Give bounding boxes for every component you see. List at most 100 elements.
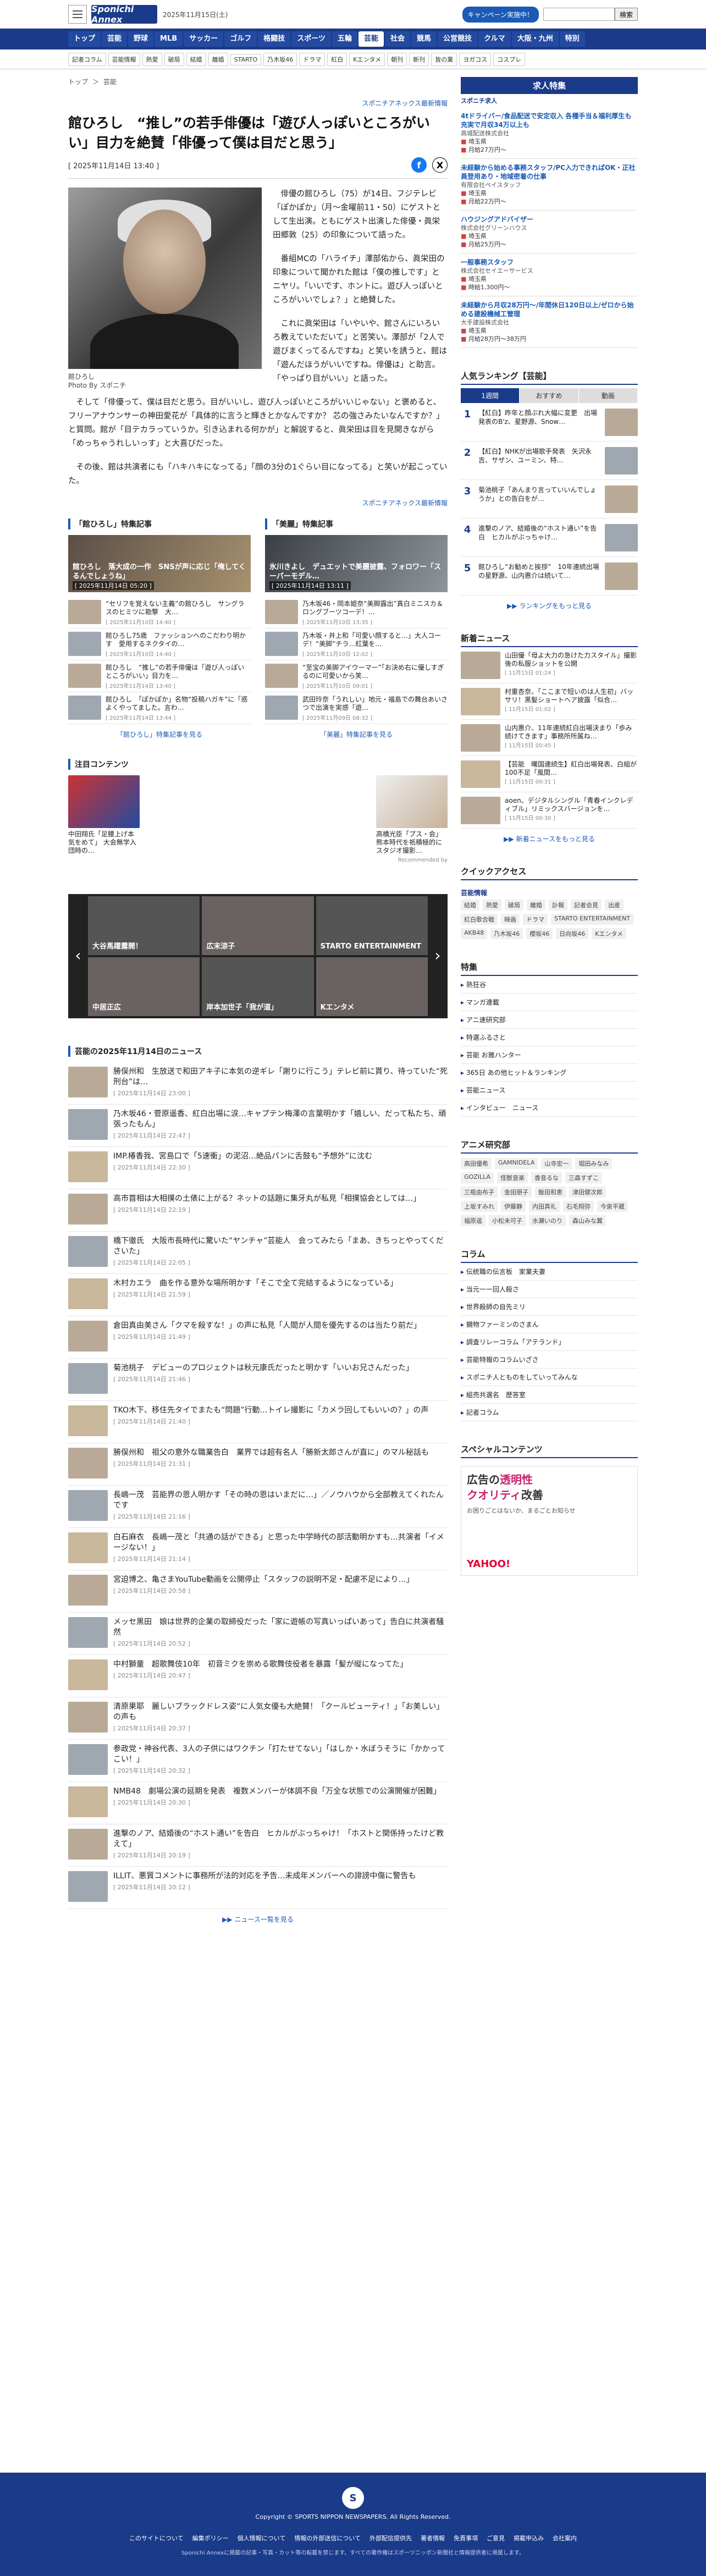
subnav-item[interactable]: 破局 (164, 53, 184, 66)
list-item[interactable]: 長嶋一茂 芸能界の恩人明かす「その時の恩はいまだに…」／ノウハウから全部教えてく… (68, 1486, 448, 1528)
nav-item[interactable]: クルマ (478, 31, 511, 47)
facebook-icon[interactable]: f (411, 157, 427, 173)
list-item[interactable]: IMP.椿香我、宮島口で「5速衝」の泥沼…絶品パンに舌鼓も“予想外”に沈む [ 2… (68, 1147, 448, 1189)
subnav-item[interactable]: 熱愛 (142, 53, 162, 66)
footer-link[interactable]: 著者情報 (421, 2534, 445, 2542)
anime-tag[interactable]: 山寺宏一 (541, 1158, 572, 1169)
carousel-item[interactable]: 広末涼子 (202, 896, 314, 955)
list-item[interactable]: aoen、デジタルシングル「青春インクレディブル」リミックスバージョンを… [ 1… (461, 792, 638, 829)
footer-link[interactable]: 会社案内 (553, 2534, 577, 2542)
quick-tag[interactable]: 結婚 (461, 900, 479, 911)
list-item[interactable]: TKO木下、移住先タイでまたも“問題”行動…トイレ撮影に「カメラ回してもいいの？… (68, 1401, 448, 1443)
quick-tag[interactable]: Kエンタメ (592, 928, 627, 939)
tokushu-item[interactable]: マンガ連載 (461, 994, 638, 1011)
tab-recommend[interactable]: おすすめ (520, 388, 579, 403)
list-item[interactable]: “至宝の美脚アイウーマー”「お決め右に優しすぎるのに可愛いから笑… [ 2025年… (265, 660, 448, 692)
column-item[interactable]: 調査リレーコラム「アテランド」 (461, 1333, 638, 1351)
ranking-more-link[interactable]: ▶▶ ランキングをもっと見る (461, 601, 638, 610)
subnav-item[interactable]: 皆の業 (431, 53, 457, 66)
footer-link[interactable]: 掲載申込み (514, 2534, 544, 2542)
quick-tag[interactable]: 破局 (505, 900, 523, 911)
quick-tag[interactable]: 日向坂46 (556, 928, 589, 939)
attention-card[interactable]: 中田翔氏「足腰上げ本気をめて」 大会無学入団時の… (68, 775, 140, 855)
carousel-item[interactable]: Kエンタメ (316, 957, 428, 1016)
nav-item[interactable]: 社会 (385, 31, 411, 47)
subnav-item[interactable]: ドラマ (299, 53, 326, 66)
list-item[interactable]: 倉田真由美さん「クマを殺すな！」の声に私見「人間が人間を優先するのは当たり前だ」… (68, 1316, 448, 1359)
carousel-item[interactable]: STARTO ENTERTAINMENT (316, 896, 428, 955)
column-item[interactable]: 伝統職の伝言板 家業夫妻 (461, 1263, 638, 1281)
list-item[interactable]: 山内惠介、11年連続紅白出場決まり「歩み続けてきます」事務所所属ね… [ 11月1… (461, 720, 638, 756)
anime-tag[interactable]: 飯田和恵 (535, 1187, 566, 1198)
tokushu-item[interactable]: 365日 あの他ヒット＆ランキング (461, 1064, 638, 1082)
carousel-left-icon[interactable]: ‹ (70, 946, 86, 964)
list-item[interactable]: 村重杏奈、「ここまで短いのは人生初」バッサリ！黒髪ショートヘア披露「似合… [ 1… (461, 683, 638, 720)
quick-tag[interactable]: STARTO ENTERTAINMENT (551, 914, 634, 925)
feature-main-item[interactable]: 館ひろし 落大成の一作 SNSが声に応じ「俺してくるんでしょうね」[ 2025年… (68, 535, 251, 592)
list-item[interactable]: 乃木坂46・岡本姫奈“美脚露出”真白ミニスカ＆ロングブーツコーデ！… [ 2025… (265, 597, 448, 628)
site-logo[interactable]: Sponichi Annex (91, 4, 157, 25)
column-item[interactable]: 鏡物ファーミンのさまん (461, 1316, 638, 1333)
list-item[interactable]: 橋下徹氏 大阪市長時代に驚いた“ヤンチャ”芸能人 会ってみたら「まあ、きちっとや… (68, 1232, 448, 1274)
list-item[interactable]: 勝俣州和 祖父の意外な職業告白 業界では超有名人「勝新太郎さんが直に」のマル秘話… (68, 1443, 448, 1486)
nav-item[interactable]: 格闘技 (258, 31, 291, 47)
anime-tag[interactable]: 金田朋子 (501, 1187, 532, 1198)
list-item[interactable]: 乃木坂・井上和「可愛い顔すると…」大人コーデ！“美脚”チラ…紅葉を… [ 2025… (265, 628, 448, 660)
subnav-item[interactable]: 芸能情報 (108, 53, 140, 66)
list-item[interactable]: 武田玲奈「うれしい」地元・福島での舞台あいさつで出演を実感「遊… [ 2025年1… (265, 692, 448, 724)
quick-tag[interactable]: 離婚 (527, 900, 545, 911)
anime-tag[interactable]: 森山みな翼 (569, 1215, 606, 1226)
breadcrumb-top[interactable]: トップ (68, 77, 88, 86)
job-item[interactable]: 未経験から月収28万円〜/年間休日120日以上/ゼロから始める建設機械工管理 大手… (461, 296, 638, 348)
nav-item[interactable]: 大阪・九州 (511, 31, 559, 47)
ranking-item[interactable]: 3 菊池桃子「あんまり言っていいんでしょうか」との告白をが… (461, 480, 638, 518)
list-item[interactable]: 進撃のノア、結婚後の“ホスト通い”を告白 ヒカルがぶっちゃけ！「ホストと関係持っ… (68, 1824, 448, 1867)
attention-card[interactable]: 高橋光臣「プス・会」熊本時代を祇積極的にスタジオ撮影… (376, 775, 448, 855)
quick-tag[interactable]: 映画 (501, 914, 520, 925)
feature-more-link[interactable]: 「館ひろし」特集記事を見る (68, 730, 251, 739)
column-item[interactable]: 組売共選名 歴答室 (461, 1386, 638, 1404)
subnav-item[interactable]: 朝刊 (387, 53, 407, 66)
list-item[interactable]: “セリフを覚えない主義”の館ひろし サングラスのヒミツに勘撃 大… [ 2025年… (68, 597, 251, 628)
tab-video[interactable]: 動画 (578, 388, 638, 403)
feature-main-item[interactable]: 氷川きよし デュエットで美麗披露、フォロワー「スーパーモデル…[ 2025年11… (265, 535, 448, 592)
column-item[interactable]: 世界殺師の自先ミリ (461, 1298, 638, 1316)
carousel-item[interactable]: 岸本加世子「我が道」 (202, 957, 314, 1016)
list-item[interactable]: 白石麻衣 長嶋一茂と「共通の話ができる」と思った中学時代の部活動明かすも…共演者… (68, 1528, 448, 1570)
tokushu-item[interactable]: アニ速研究部 (461, 1011, 638, 1029)
news-more-link[interactable]: ▶▶ ニュース一覧を見る (68, 1915, 448, 1924)
quick-tag[interactable]: 乃木坂46 (490, 928, 523, 939)
nav-item[interactable]: スポーツ (291, 31, 331, 47)
subnav-item[interactable]: 離婚 (208, 53, 228, 66)
list-item[interactable]: 館ひろし 「ぽかぽか」名物“投稿ハガキ”に「惑よくやってました。言わ… [ 202… (68, 692, 251, 724)
anime-tag[interactable]: 堀田みなみ (575, 1158, 613, 1169)
quick-tag[interactable]: 出産 (605, 900, 624, 911)
list-item[interactable]: 【芸能 曙国連続生】紅白出場発表、白組が100不足「風間… [ 11月15日 00… (461, 756, 638, 792)
list-item[interactable]: 中村獅童 超歌舞伎10年 初音ミクを崇める歌舞伎役者を暴露「髪が縦になってた」 [… (68, 1655, 448, 1697)
feature-more-link[interactable]: 「美麗」特集記事を見る (265, 730, 448, 739)
tokushu-item[interactable]: 芸能 お雅ハンター (461, 1046, 638, 1064)
anime-tag[interactable]: 上坂すみれ (461, 1201, 498, 1212)
carousel-item[interactable]: 中居正広 (88, 957, 200, 1016)
anime-tag[interactable]: 香音るな (531, 1172, 562, 1183)
list-item[interactable]: 参政党・神谷代表、3人の子供にはワクチン「打たせてない」「はしか・水ぼうそうに「… (68, 1740, 448, 1782)
nav-item[interactable]: 芸能 (102, 31, 128, 47)
nav-item[interactable]: サッカー (184, 31, 224, 47)
job-item[interactable]: 一般事務スタッフ株式会社セイエーサービス埼玉県時給1,300円〜 (461, 253, 638, 296)
nav-item[interactable]: MLB (155, 31, 183, 47)
anime-tag[interactable]: 小松未可子 (489, 1215, 526, 1226)
anime-tag[interactable]: 津田健次郎 (569, 1187, 606, 1198)
quick-tag[interactable]: AKB48 (461, 928, 488, 939)
list-item[interactable]: メッセ黒田 娘は世界的企業の取締役だった「家に遊帳の写真いっぱいあって」告白に共… (68, 1613, 448, 1655)
tokushu-item[interactable]: 熱狂谷 (461, 976, 638, 994)
ad-banner[interactable]: 広告の透明性 クオリティ改善 お困りごとはないか、まるごとお知らせ YAHOO! (461, 1466, 638, 1576)
anime-tag[interactable]: 福原遥 (461, 1215, 486, 1226)
subnav-item[interactable]: STARTO (230, 53, 262, 65)
column-item[interactable]: 当元一ー回人殺さ (461, 1281, 638, 1298)
list-item[interactable]: 高市首相は大相撲の土俵に上がる？ネットの話題に集牙丸が私見「相撲協会としては…」… (68, 1189, 448, 1232)
anime-tag[interactable]: 水瀬いのり (529, 1215, 566, 1226)
subnav-item[interactable]: 記者コラム (68, 53, 106, 66)
column-item[interactable]: 芸能特報のコラムいざさ (461, 1351, 638, 1369)
subnav-item[interactable]: 結婚 (186, 53, 206, 66)
footer-link[interactable]: 情報の外部送信について (294, 2534, 361, 2542)
